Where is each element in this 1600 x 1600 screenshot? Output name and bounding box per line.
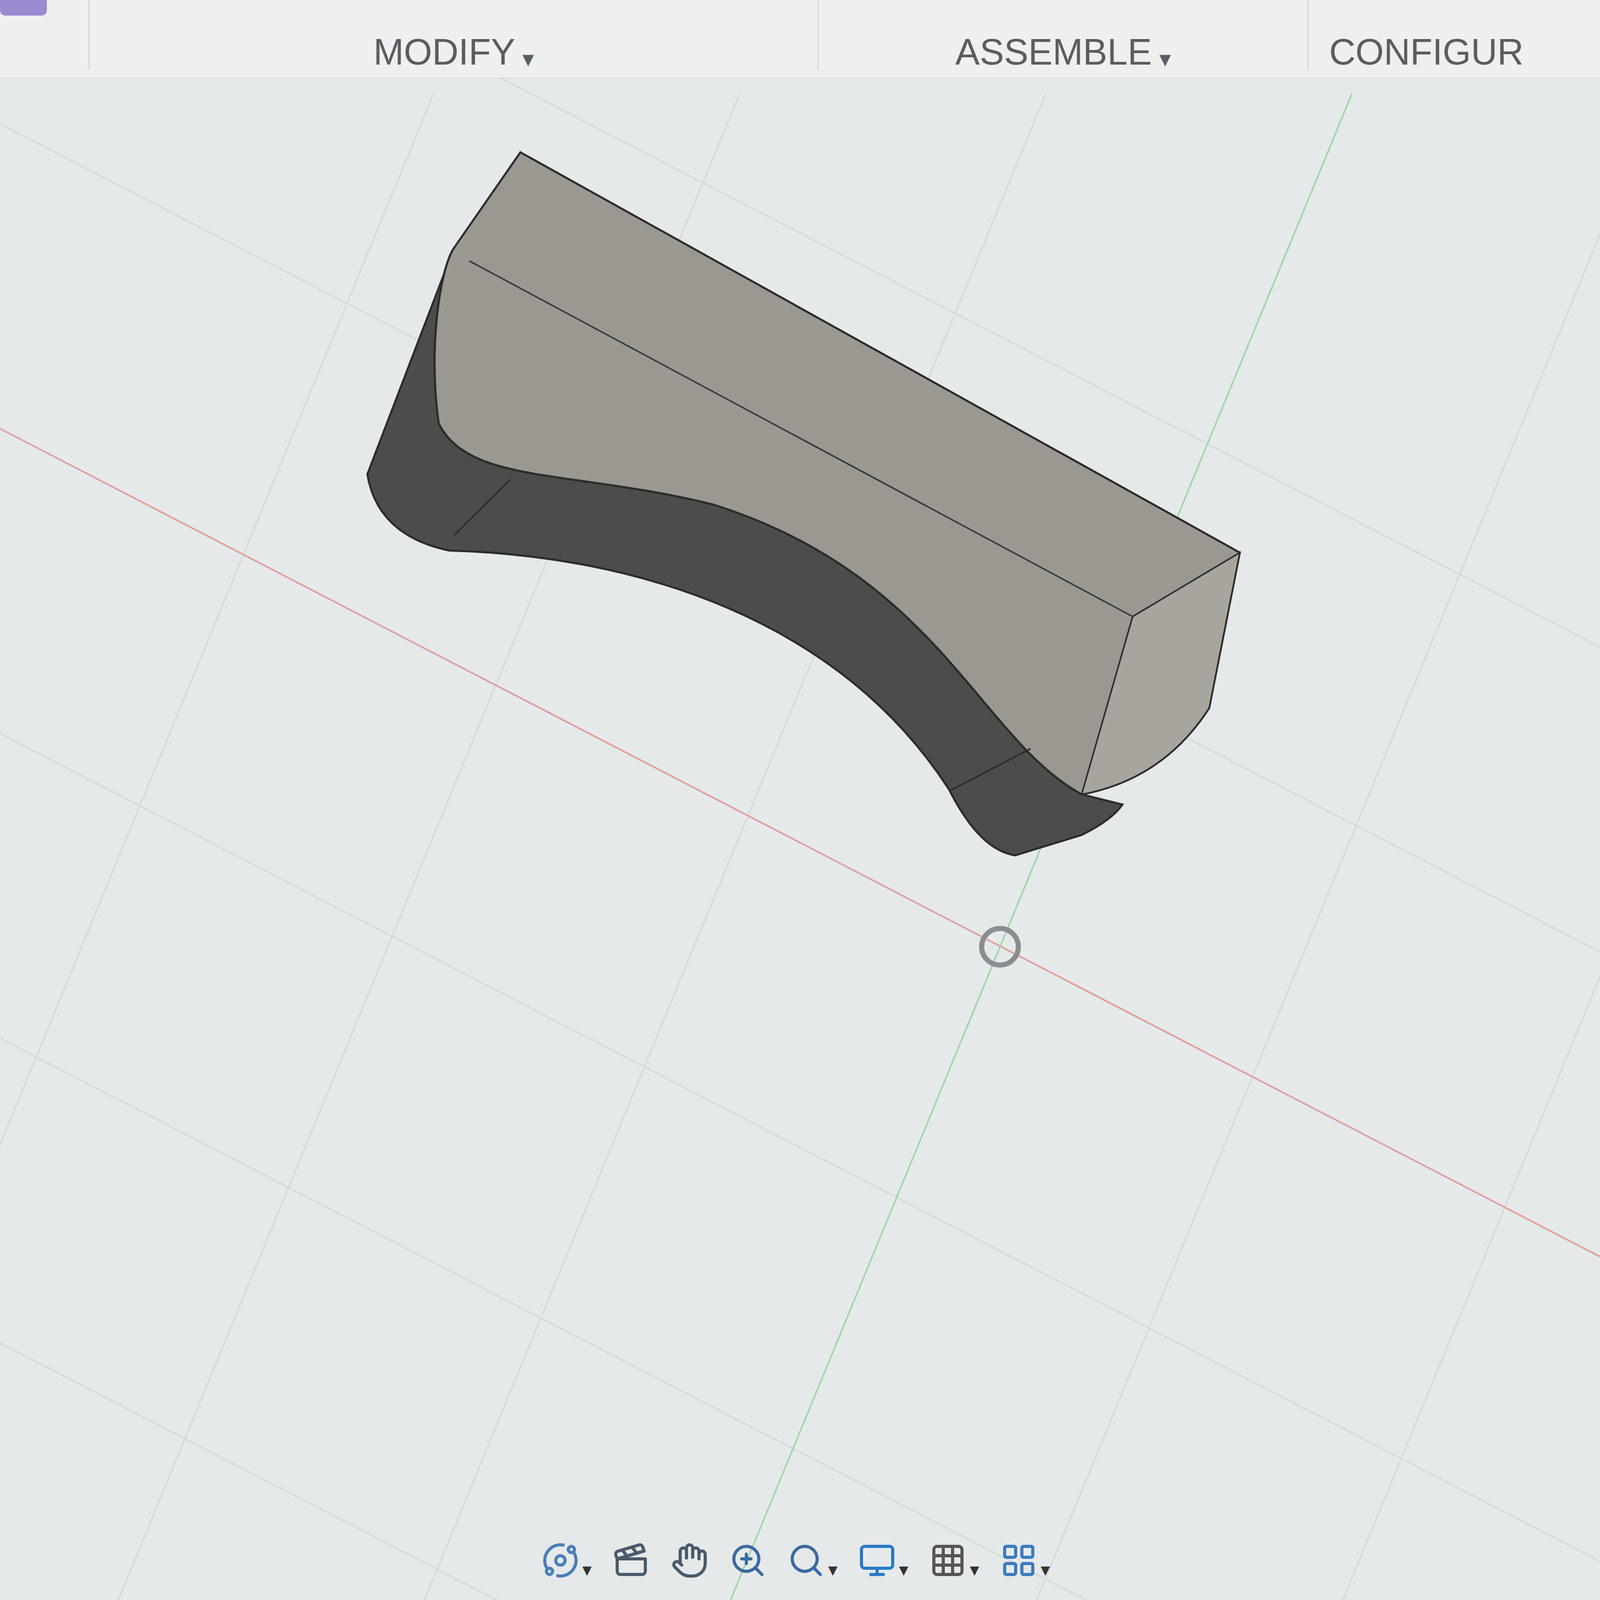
nav-arrow: ▾	[828, 1560, 838, 1580]
nav-tool[interactable]	[612, 1541, 650, 1580]
look-icon	[612, 1541, 650, 1580]
zoom-icon	[729, 1541, 767, 1580]
create-icon	[0, 0, 47, 16]
toolbar-menu[interactable]: CONFIGUR	[1308, 0, 1600, 71]
nav-tool[interactable]: ▾	[541, 1541, 592, 1580]
nav-tool[interactable]: ▾	[1000, 1541, 1050, 1580]
nav-arrow: ▾	[898, 1560, 909, 1580]
nav-arrow: ▾	[1040, 1560, 1050, 1580]
nav-tool[interactable]	[670, 1541, 709, 1580]
zoom-window-icon	[787, 1541, 825, 1580]
nav-arrow: ▾	[969, 1560, 980, 1580]
grid-icon	[929, 1541, 967, 1580]
toolbar-menu[interactable]: ASSEMBLE ▾	[818, 0, 1309, 71]
toolbar-left	[0, 0, 90, 71]
origin-icon	[981, 928, 1019, 966]
viewports-icon	[1000, 1541, 1038, 1580]
nav-tool[interactable]: ▾	[787, 1541, 838, 1580]
menu-arrow: ▾	[522, 47, 534, 71]
nav-tool[interactable]	[729, 1541, 767, 1580]
toolbar: MODIFY▾ASSEMBLE▾CONFIGUR	[0, 0, 1600, 79]
part-body[interactable]	[367, 152, 1240, 856]
hand-icon	[670, 1541, 709, 1580]
navigation-bar: ▾ ▾ ▾ ▾ ▾	[541, 1541, 1050, 1580]
canvas-drawing	[0, 78, 1600, 1600]
menu-arrow: ▾	[1159, 47, 1171, 71]
menu-label: ASSEMBLE	[955, 33, 1152, 71]
fusion-window: MODIFY▾ASSEMBLE▾CONFIGUR▾▾▾▾▾	[0, 0, 1600, 1600]
nav-arrow: ▾	[582, 1560, 592, 1580]
viewport[interactable]: ▾ ▾ ▾ ▾ ▾	[0, 78, 1600, 1600]
menu-label: CONFIGUR	[1329, 33, 1524, 71]
toolbar-menu[interactable]: MODIFY▾	[89, 0, 819, 71]
monitor-icon	[858, 1541, 896, 1580]
nav-tool[interactable]: ▾	[858, 1541, 909, 1580]
orbit-icon	[541, 1541, 580, 1580]
nav-tool[interactable]: ▾	[929, 1541, 980, 1580]
menu-label: MODIFY	[373, 33, 516, 71]
